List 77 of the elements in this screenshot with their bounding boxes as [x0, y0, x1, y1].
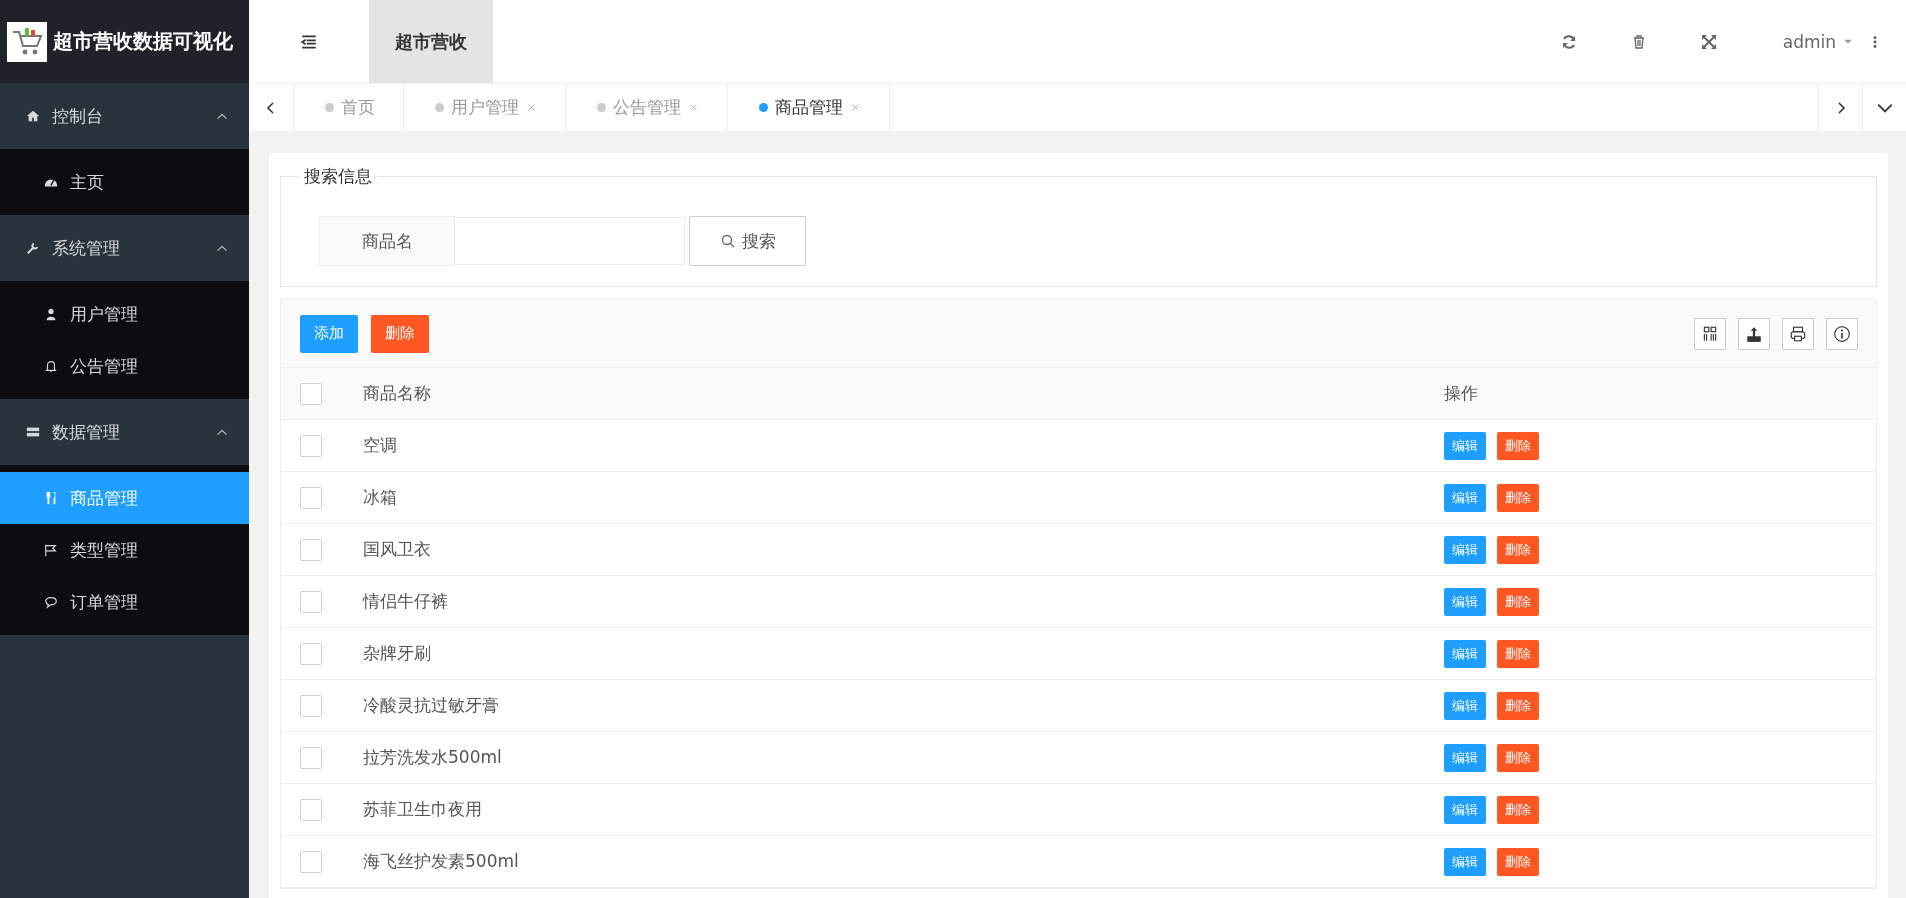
print-icon: [1789, 324, 1807, 343]
row-checkbox[interactable]: [300, 590, 322, 613]
comment-icon: [44, 595, 58, 609]
edit-button[interactable]: 编辑: [1444, 691, 1486, 720]
edit-button[interactable]: 编辑: [1444, 847, 1486, 876]
add-button[interactable]: 添加: [300, 314, 358, 353]
row-checkbox[interactable]: [300, 434, 322, 457]
sidebar-group[interactable]: 数据管理: [0, 399, 249, 465]
module-tab[interactable]: 超市营收: [369, 0, 493, 83]
status-dot: [759, 103, 768, 112]
search-button[interactable]: 搜索: [689, 216, 806, 266]
select-all-checkbox[interactable]: [300, 382, 322, 405]
sidebar-group[interactable]: 系统管理: [0, 215, 249, 281]
user-icon: [44, 307, 58, 321]
column-header: 操作: [1443, 382, 1479, 405]
close-icon[interactable]: [688, 102, 699, 113]
menu-icon: [300, 32, 318, 51]
info-button[interactable]: [1826, 317, 1858, 350]
column-header: 商品名称: [363, 382, 432, 405]
search-icon: [719, 233, 736, 249]
row-checkbox[interactable]: [300, 694, 322, 717]
delete-row-button[interactable]: 删除: [1497, 691, 1539, 720]
delete-row-button[interactable]: 删除: [1497, 587, 1539, 616]
status-dot: [597, 103, 606, 112]
delete-row-button[interactable]: 删除: [1497, 743, 1539, 772]
wrench-icon: [26, 241, 40, 255]
filter-columns-button[interactable]: [1694, 317, 1726, 350]
table-cell-text: 冰箱: [363, 486, 398, 509]
row-checkbox[interactable]: [300, 798, 322, 821]
table-cell-text: 苏菲卫生巾夜用: [363, 798, 483, 821]
delete-row-button[interactable]: 删除: [1497, 431, 1539, 460]
status-dot: [325, 103, 334, 112]
delete-row-button[interactable]: 删除: [1497, 795, 1539, 824]
table-cell-text: 冷酸灵抗过敏牙膏: [363, 694, 500, 717]
table-cell-text: 空调: [363, 434, 398, 457]
cutlery-icon: [44, 491, 58, 505]
table-cell-text: 情侣牛仔裤: [363, 590, 449, 613]
row-checkbox[interactable]: [300, 538, 322, 561]
field-label: 商品名: [319, 216, 455, 266]
row-checkbox[interactable]: [300, 642, 322, 665]
server-icon: [26, 425, 40, 439]
delete-button[interactable]: 删除: [371, 314, 429, 353]
bell-icon: [44, 359, 58, 373]
app-title: 超市营收数据可视化: [53, 28, 233, 55]
flag-icon: [44, 543, 58, 557]
sidebar-group[interactable]: 控制台: [0, 83, 249, 149]
export-button[interactable]: [1738, 317, 1770, 350]
row-checkbox[interactable]: [300, 486, 322, 509]
edit-button[interactable]: 编辑: [1444, 743, 1486, 772]
user-menu[interactable]: admin: [1776, 30, 1860, 53]
fullscreen-icon: [1700, 33, 1717, 50]
home-icon: [26, 109, 40, 123]
table-cell-text: 杂牌牙刷: [363, 642, 432, 665]
refresh-icon: [1560, 33, 1577, 50]
edit-button[interactable]: 编辑: [1444, 795, 1486, 824]
delete-row-button[interactable]: 删除: [1497, 483, 1539, 512]
table-cell-text: 拉芳洗发水500ml: [363, 746, 503, 769]
search-legend: 搜索信息: [299, 165, 377, 188]
edit-button[interactable]: 编辑: [1444, 431, 1486, 460]
edit-button[interactable]: 编辑: [1444, 587, 1486, 616]
delete-row-button[interactable]: 删除: [1497, 535, 1539, 564]
edit-button[interactable]: 编辑: [1444, 639, 1486, 668]
delete-row-button[interactable]: 删除: [1497, 847, 1539, 876]
columns-icon: [1701, 324, 1719, 343]
sidebar-item[interactable]: 商品管理: [0, 472, 249, 524]
edit-button[interactable]: 编辑: [1444, 483, 1486, 512]
info-icon: [1833, 324, 1851, 343]
row-checkbox[interactable]: [300, 850, 322, 873]
table-cell-text: 海飞丝护发素500ml: [363, 850, 520, 873]
table-cell-text: 国风卫衣: [363, 538, 432, 561]
row-checkbox[interactable]: [300, 746, 322, 769]
delete-row-button[interactable]: 删除: [1497, 639, 1539, 668]
close-icon[interactable]: [526, 102, 537, 113]
edit-button[interactable]: 编辑: [1444, 535, 1486, 564]
close-icon[interactable]: [850, 102, 861, 113]
status-dot: [435, 103, 444, 112]
print-button[interactable]: [1782, 317, 1814, 350]
